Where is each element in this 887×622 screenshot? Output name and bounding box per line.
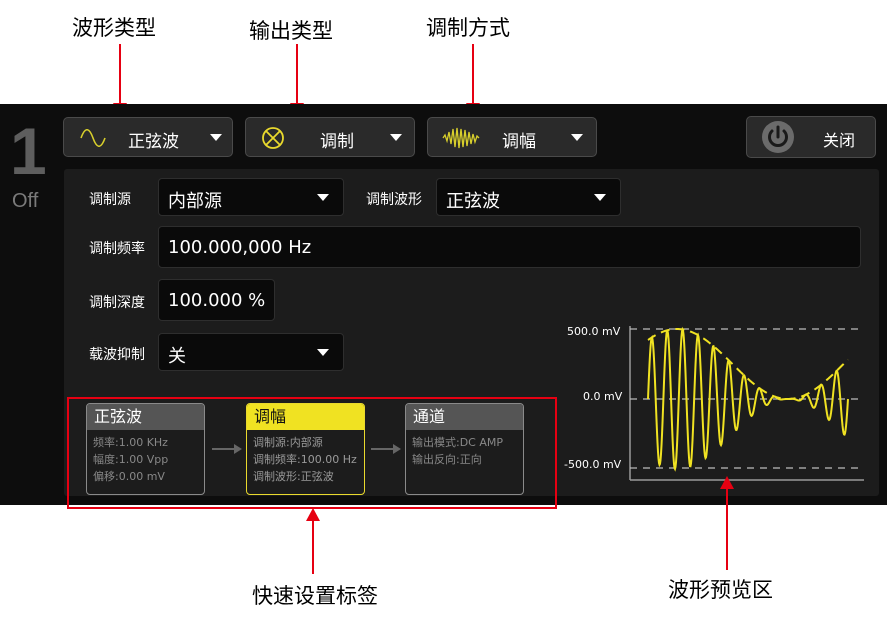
chevron-down-icon	[390, 134, 402, 141]
callout-preview: 波形预览区	[668, 578, 773, 602]
modulation-circle-x-icon	[262, 127, 284, 149]
callout-quick-tabs-arrow	[306, 508, 320, 574]
preview-y-label-top: 500.0 mV	[567, 325, 621, 338]
waveform-type-label: 正弦波	[128, 132, 179, 152]
modulation-mode-label: 调幅	[502, 132, 536, 152]
waveform-type-button[interactable]: 正弦波	[63, 117, 233, 157]
mod-source-select[interactable]: 内部源	[158, 178, 344, 216]
callout-output-type: 输出类型	[249, 19, 333, 43]
carrier-suppress-label: 载波抑制	[89, 347, 145, 363]
mod-depth-label: 调制深度	[89, 295, 145, 311]
callout-quick-tabs: 快速设置标签	[252, 584, 378, 608]
mod-shape-label: 调制波形	[366, 192, 422, 208]
chevron-down-icon	[317, 349, 329, 356]
preview-y-label-mid: 0.0 mV	[583, 390, 623, 403]
carrier-suppress-value: 关	[168, 346, 186, 367]
output-type-button[interactable]: 调制	[245, 117, 415, 157]
mod-source-value: 内部源	[168, 191, 222, 212]
carrier-suppress-select[interactable]: 关	[158, 333, 344, 371]
chevron-down-icon	[210, 134, 222, 141]
modulated-carrier-line	[647, 326, 849, 472]
callout-modulation-mode: 调制方式	[426, 16, 510, 40]
preview-y-label-bottom: -500.0 mV	[564, 458, 622, 471]
chevron-down-icon	[317, 194, 329, 201]
mod-freq-label: 调制频率	[89, 241, 145, 257]
channel-number: 1	[10, 114, 47, 188]
am-wave-icon	[442, 127, 480, 149]
modulation-mode-button[interactable]: 调幅	[427, 117, 597, 157]
mod-freq-value: 100.000,000 Hz	[168, 237, 312, 258]
close-button-label: 关闭	[823, 131, 856, 150]
mod-depth-value: 100.000 %	[168, 290, 266, 311]
channel-state: Off	[12, 190, 39, 212]
mod-source-label: 调制源	[89, 192, 131, 208]
waveform-preview	[629, 326, 864, 481]
chevron-down-icon	[571, 134, 583, 141]
power-icon	[762, 121, 794, 153]
callout-preview-arrow	[720, 476, 734, 570]
quick-tabs-highlight-box	[67, 397, 557, 509]
mod-shape-value: 正弦波	[446, 191, 500, 212]
output-type-label: 调制	[320, 132, 354, 152]
sine-wave-icon	[80, 129, 106, 147]
envelope-upper-line	[647, 328, 849, 400]
mod-freq-input[interactable]: 100.000,000 Hz	[158, 226, 861, 268]
close-output-button[interactable]: 关闭	[746, 116, 876, 158]
chevron-down-icon	[594, 194, 606, 201]
mod-depth-input[interactable]: 100.000 %	[158, 279, 275, 321]
mod-shape-select[interactable]: 正弦波	[436, 178, 621, 216]
callout-waveform-type: 波形类型	[72, 16, 156, 40]
